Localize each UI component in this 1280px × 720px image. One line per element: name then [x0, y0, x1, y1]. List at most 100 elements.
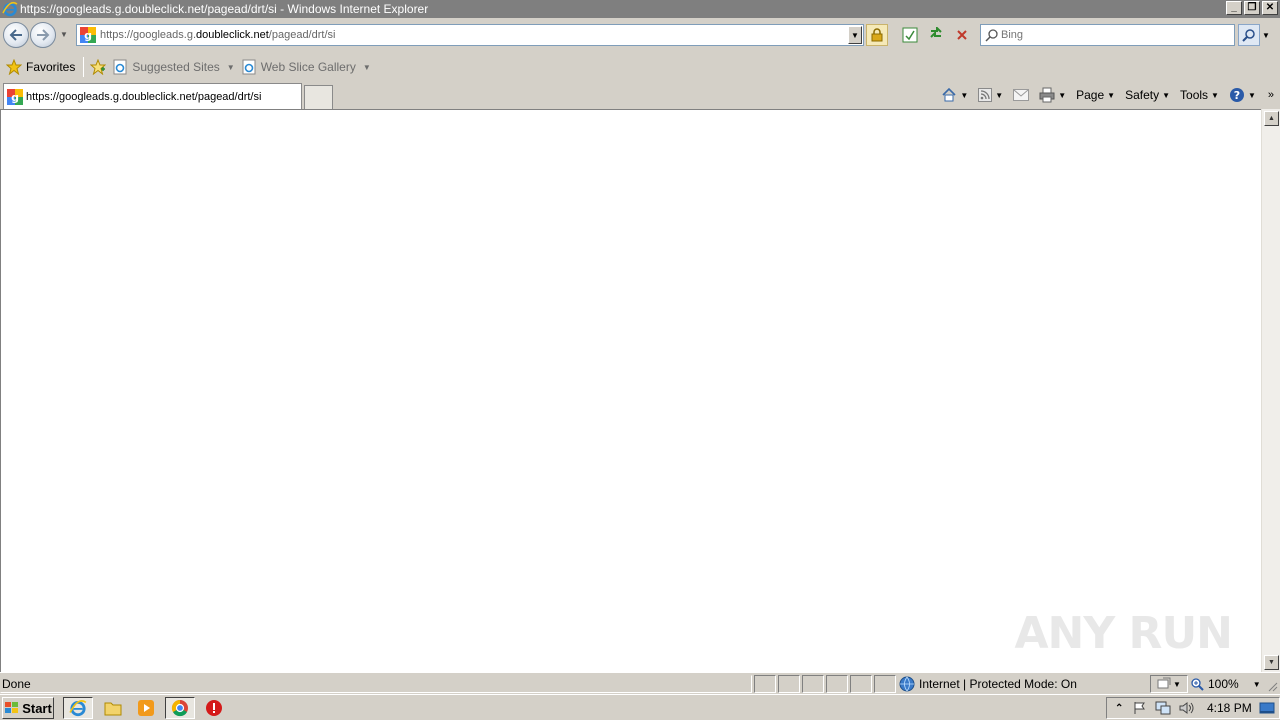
print-button[interactable]: ▼	[1039, 87, 1066, 103]
taskbar-media-player-button[interactable]	[131, 697, 161, 719]
suggested-sites-link[interactable]: Suggested Sites ▼	[112, 59, 235, 75]
tab-active[interactable]: g https://googleads.g.doubleclick.net/pa…	[3, 83, 302, 109]
help-button[interactable]: ? ▼	[1229, 87, 1256, 103]
favorites-label: Favorites	[26, 60, 76, 74]
security-zone-label: Internet | Protected Mode: On	[919, 677, 1077, 691]
toolbar-overflow-chevron-icon[interactable]: »	[1268, 89, 1274, 101]
taskbar-chrome-button[interactable]	[165, 697, 195, 719]
stop-button[interactable]	[951, 24, 973, 46]
status-pane	[754, 675, 776, 693]
ie-page-icon	[113, 59, 127, 75]
ie-logo-icon	[69, 700, 87, 717]
chrome-icon	[171, 699, 188, 717]
page-menu-label: Page	[1076, 88, 1105, 102]
vertical-scrollbar[interactable]: ▲ ▼	[1261, 109, 1280, 672]
zoom-level: 100%	[1208, 677, 1239, 691]
resize-grip-icon[interactable]	[1266, 680, 1278, 692]
recent-pages-dropdown-icon[interactable]: ▼	[60, 30, 68, 39]
search-go-button[interactable]	[1238, 24, 1260, 46]
svg-text:g: g	[84, 29, 92, 42]
taskbar-explorer-button[interactable]	[98, 697, 128, 719]
page-content[interactable]	[0, 109, 1280, 672]
refresh-button[interactable]	[925, 24, 947, 46]
restore-button[interactable]: ❐	[1244, 1, 1260, 15]
url-domain: doubleclick.net	[196, 29, 269, 41]
popup-blocker-button[interactable]: ▼	[1150, 675, 1188, 693]
search-icon	[1242, 29, 1255, 42]
search-options-dropdown-icon[interactable]: ▼	[1262, 31, 1270, 40]
title-bar: https://googleads.g.doubleclick.net/page…	[0, 0, 1280, 18]
search-box[interactable]	[980, 24, 1235, 46]
back-button[interactable]	[3, 22, 29, 48]
stop-x-icon	[957, 30, 967, 40]
mail-icon	[1013, 89, 1030, 101]
search-magnifier-icon	[985, 29, 998, 42]
svg-text:g: g	[11, 91, 19, 104]
address-bar[interactable]: g https://googleads.g.doubleclick.net/pa…	[76, 24, 864, 46]
window-title: https://googleads.g.doubleclick.net/page…	[20, 2, 429, 16]
media-player-icon	[138, 700, 154, 716]
window-controls: _ ❐ ✕	[1226, 1, 1278, 15]
compatibility-icon	[902, 27, 918, 43]
chevron-down-icon: ▼	[1058, 90, 1067, 100]
read-mail-button[interactable]	[1013, 89, 1030, 101]
search-input[interactable]	[1001, 29, 1221, 41]
safety-menu[interactable]: Safety ▼	[1125, 88, 1170, 102]
zoom-control[interactable]: 100% ▼	[1190, 675, 1261, 693]
taskbar-security-app-button[interactable]	[199, 697, 229, 719]
favorites-star-icon	[6, 59, 22, 75]
ie-logo-icon	[2, 1, 18, 17]
anyrun-watermark: ANY RUN	[1014, 608, 1233, 659]
scroll-up-button[interactable]: ▲	[1264, 111, 1279, 126]
close-button[interactable]: ✕	[1262, 1, 1278, 15]
minimize-button[interactable]: _	[1226, 1, 1242, 15]
chevron-down-icon: ▼	[1247, 90, 1256, 100]
add-to-favorites-bar-button[interactable]	[90, 59, 107, 75]
google-favicon-icon: g	[7, 88, 23, 105]
forward-arrow-icon	[37, 29, 50, 41]
forward-button[interactable]	[30, 22, 56, 48]
taskbar-ie-button[interactable]	[63, 697, 93, 719]
zoom-magnifier-icon	[1191, 678, 1204, 691]
chevron-down-icon: ▼	[995, 90, 1004, 100]
tab-row: g https://googleads.g.doubleclick.net/pa…	[0, 81, 1280, 109]
back-arrow-icon	[9, 29, 22, 41]
favorites-button[interactable]: Favorites	[6, 59, 75, 75]
chevron-down-icon: ▼	[1211, 90, 1219, 100]
lock-icon	[871, 28, 883, 42]
page-menu[interactable]: Page ▼	[1076, 88, 1115, 102]
status-bar: Done Internet | Protected Mode: On ▼ 100…	[0, 672, 1280, 694]
ie-page-icon	[242, 59, 256, 75]
security-zone[interactable]: Internet | Protected Mode: On	[899, 675, 1077, 693]
chevron-down-icon: ▼	[1107, 90, 1116, 100]
security-lock-button[interactable]	[866, 24, 888, 46]
popup-blocker-icon	[1157, 677, 1171, 689]
new-tab-button[interactable]	[304, 85, 333, 109]
google-favicon-icon: g	[80, 27, 96, 43]
rss-feed-icon	[978, 88, 993, 102]
start-button[interactable]: Start	[2, 697, 54, 719]
status-pane	[802, 675, 824, 693]
address-url[interactable]: https://googleads.g.doubleclick.net/page…	[100, 29, 335, 41]
network-icon[interactable]	[1155, 701, 1171, 715]
system-tray: ⌃ 4:18 PM	[1106, 697, 1280, 719]
refresh-icon	[930, 27, 942, 38]
favorites-bar: Favorites Suggested Sites ▼ Web Slice Ga…	[0, 53, 1280, 81]
tools-menu[interactable]: Tools ▼	[1180, 88, 1219, 102]
status-pane	[826, 675, 848, 693]
home-button[interactable]: ▼	[941, 87, 968, 103]
volume-icon[interactable]	[1179, 701, 1195, 715]
show-hidden-icons-icon[interactable]: ⌃	[1115, 703, 1123, 714]
warning-stop-icon	[206, 700, 222, 716]
compatibility-view-button[interactable]	[899, 24, 921, 46]
web-slice-gallery-link[interactable]: Web Slice Gallery ▼	[241, 59, 371, 75]
clock[interactable]: 4:18 PM	[1207, 701, 1252, 715]
feeds-button[interactable]: ▼	[978, 88, 1003, 102]
action-center-flag-icon[interactable]	[1133, 701, 1147, 715]
svg-text:?: ?	[1234, 89, 1240, 102]
show-desktop-icon[interactable]	[1259, 701, 1275, 715]
status-pane-main	[0, 675, 752, 693]
address-dropdown-button[interactable]: ▼	[848, 26, 862, 44]
status-pane	[874, 675, 896, 693]
scroll-down-button[interactable]: ▼	[1264, 655, 1279, 670]
